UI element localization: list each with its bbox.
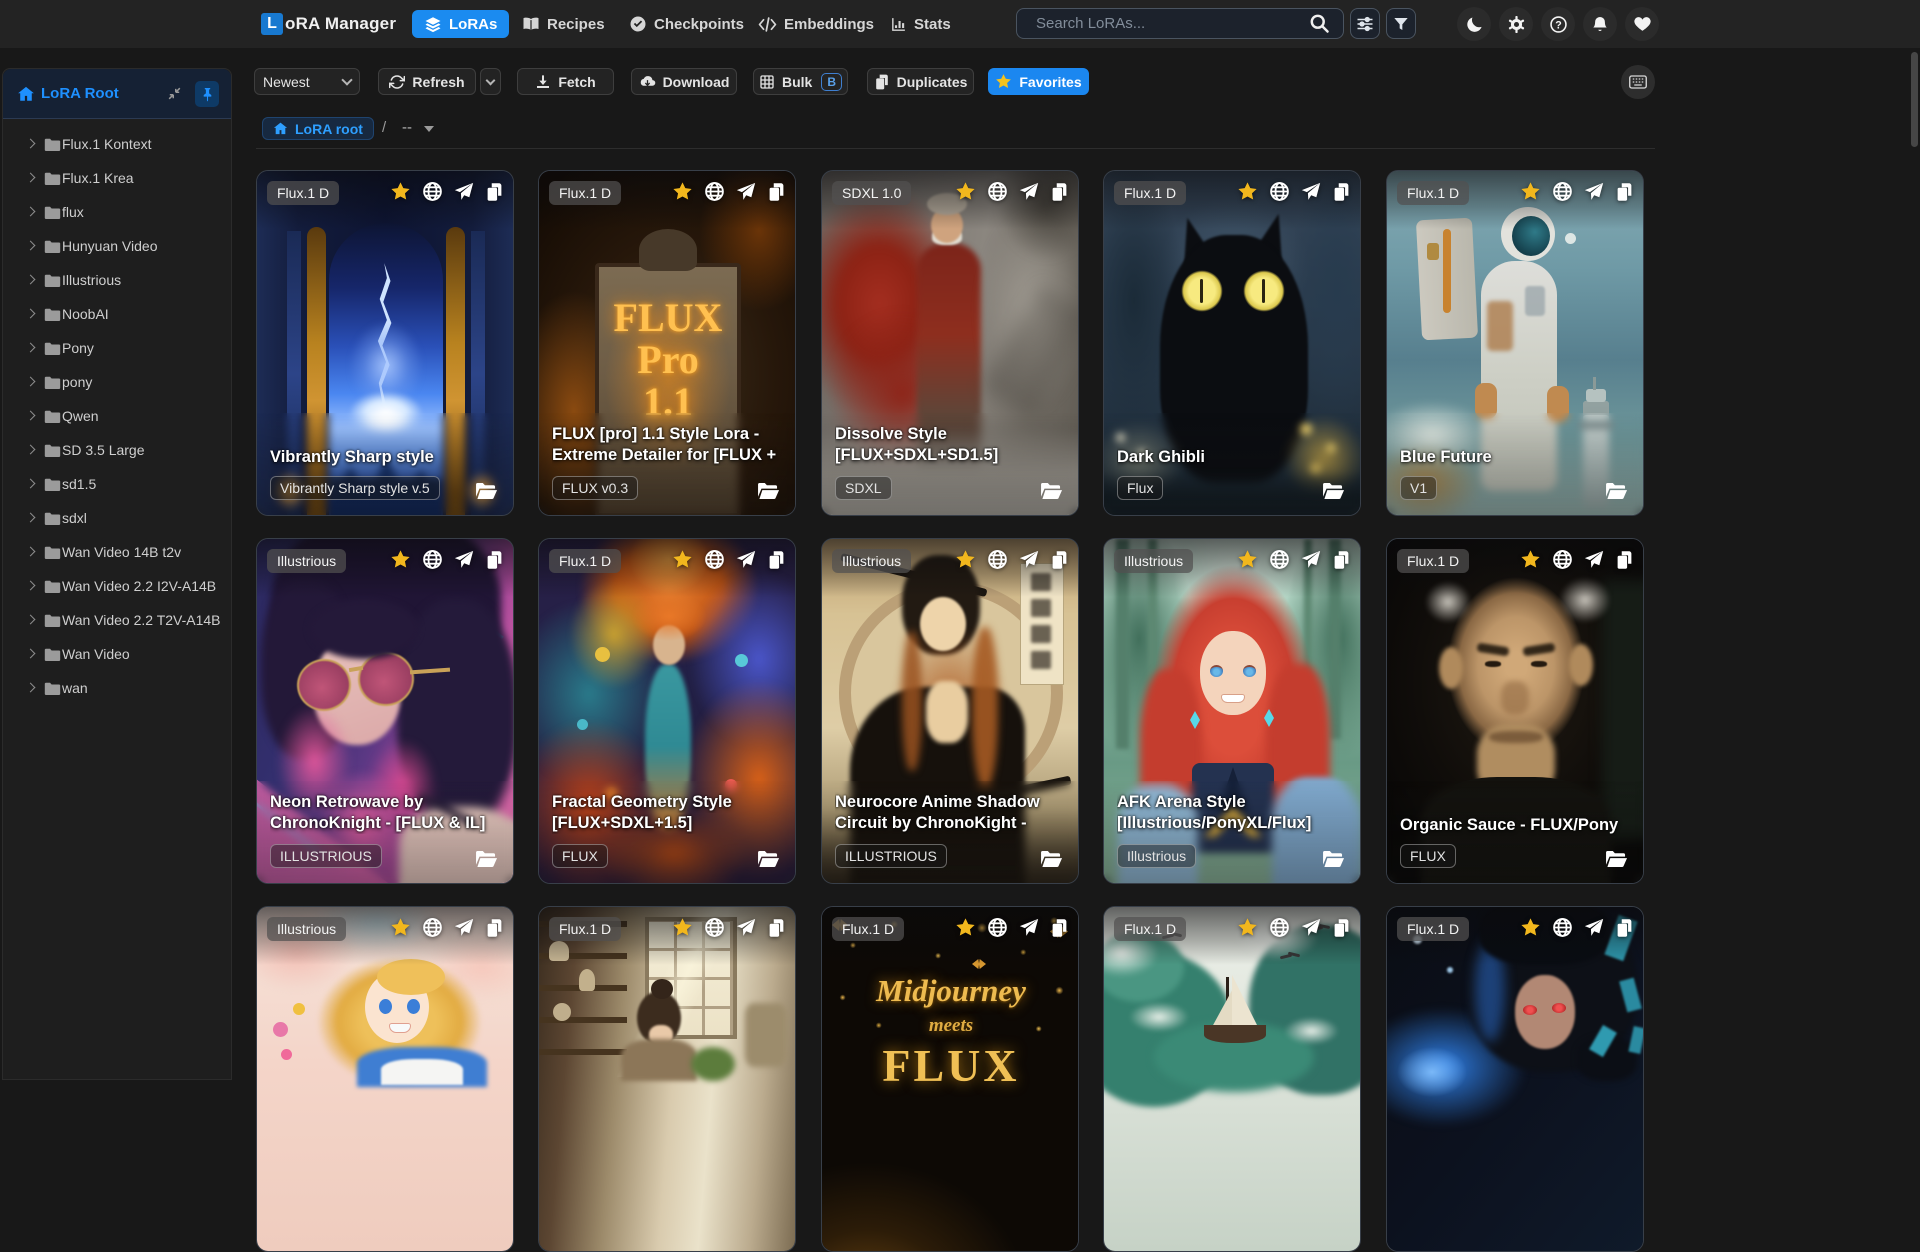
- svg-text:?: ?: [1555, 19, 1562, 31]
